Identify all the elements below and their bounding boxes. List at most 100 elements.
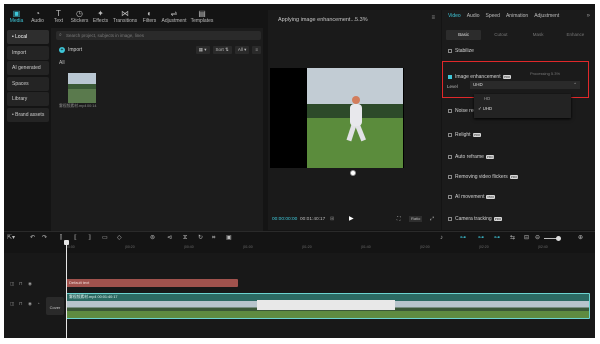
play-button[interactable]: ▶ [349,215,354,222]
feature-4[interactable]: Auto reframe PRO [448,154,495,160]
redo-icon[interactable]: ↷ [42,232,47,245]
split-left-icon[interactable]: ⟦ [74,232,77,245]
fit-icon[interactable]: ⊟ [524,232,529,245]
nav-item-2[interactable]: AI generated [7,61,49,75]
track-visibility-icon[interactable]: ◫ [10,281,14,287]
search-input[interactable]: ⌕ Search project, subjects in image, lin… [56,31,261,40]
sort-button[interactable]: Sort ⇅ [212,46,232,54]
tab-audio[interactable]: Audio [467,10,480,23]
mirror-icon[interactable]: ⧖ [183,232,187,245]
feature-checkbox[interactable] [448,132,452,137]
level-select[interactable]: UHD ⌃ [470,81,580,89]
feature-5[interactable]: Removing video flickers PRO [448,174,519,180]
feature-checkbox[interactable] [448,216,452,221]
tool-effects[interactable]: ✦ Effects [90,4,111,26]
split-right-icon[interactable]: ⟧ [88,232,91,245]
video-clip[interactable]: 雾视频素材.mp4 00:01:40:17 [66,293,590,319]
sort-group: ▦ ▾ Sort ⇅ All ▾ ≡ [195,45,261,55]
feature-6[interactable]: AI movement PRO [448,194,495,200]
ruler-tick: 00:00 [66,245,75,249]
tab-adjustment[interactable]: Adjustment [534,10,559,23]
adjustment-icon: ⇌ [170,9,178,18]
tool-stickers[interactable]: ◷ Stickers [69,4,90,26]
feature-3[interactable]: Relight PRO [448,132,482,138]
tab-animation[interactable]: Animation [506,10,528,23]
tool-adjustment[interactable]: ⇌ Adjustment [160,4,188,26]
level-option-uhd[interactable]: ✓ UHD [474,104,571,114]
rotate-icon[interactable]: ↻ [198,232,203,245]
main-track-visibility-icon[interactable]: ◫ [10,301,14,307]
nav-item-5[interactable]: • Brand assets [7,107,49,122]
nav-item-0[interactable]: • Local [7,30,49,44]
preview-axis-icon[interactable]: ⇆ [510,232,515,245]
zoom-out-icon[interactable]: ⊖ [535,232,540,245]
filter-icon[interactable]: ≡ [252,46,261,54]
main-track-lock-icon[interactable]: ⊓ [19,301,23,307]
feature-checkbox[interactable] [448,154,452,159]
tool-audio[interactable]: ◔ Audio [27,4,48,26]
subtab-mask[interactable]: Mask [521,30,556,40]
fullscreen-icon[interactable]: ⤢ [430,216,434,222]
all-filter-button[interactable]: All ▾ [234,46,250,54]
video-preview[interactable] [270,68,404,168]
tool-transitions[interactable]: ⋈ Transitions [111,4,139,26]
tool-text[interactable]: T Text [48,4,69,26]
ruler-tick: |02:20 [479,245,489,249]
view-toggle-icon[interactable]: ▦ ▾ [195,46,210,54]
split-icon[interactable]: ⫿ [60,232,62,245]
freeze-icon[interactable]: ⊚ [150,232,155,245]
magnet-icon[interactable]: ⊶ [478,232,484,245]
import-button[interactable]: + Import [59,45,82,55]
feature-checkbox[interactable] [448,174,452,179]
tool-label: Text [53,18,64,24]
delete-icon[interactable]: ▭ [102,232,108,245]
nav-item-3[interactable]: Spaces [7,76,49,91]
subtab-cutout[interactable]: Cutout [483,30,518,40]
playhead[interactable] [66,240,67,338]
tool-label: Filters [142,18,157,24]
nav-item-1[interactable]: Import [7,45,49,60]
crop-tool-icon[interactable]: ⌗ [212,232,215,245]
feature-7[interactable]: Camera tracking PRO [448,216,503,222]
media-thumbnail[interactable] [68,73,96,103]
marker-icon[interactable]: ◇ [117,232,122,245]
ratio-button[interactable]: Ratio [409,216,423,222]
cover-button[interactable]: Cover [46,297,64,315]
tool-filters[interactable]: ◐ Filters [139,4,160,26]
timeline-ruler[interactable]: 00:00 |00:20 |00:40 |01:00 |01:20 |01:40 |02:0… [4,245,595,253]
select-tool-icon[interactable]: ⇱▾ [7,232,15,245]
track-lock-icon[interactable]: ⊓ [19,281,23,287]
nav-item-4[interactable]: Library [7,92,49,106]
zoom-slider-handle[interactable] [556,236,561,241]
reverse-icon[interactable]: ⊲ [167,232,172,245]
playhead-handle[interactable] [64,240,69,245]
linkage-icon[interactable]: ⊶ [494,232,500,245]
main-track-audio-icon[interactable]: ◔ [37,301,40,306]
microphone-icon[interactable]: ♪ [440,232,443,245]
feature-checkbox[interactable] [448,194,452,199]
text-clip[interactable]: Default text [66,279,238,287]
more-tabs-icon[interactable]: » [587,10,590,23]
tab-speed[interactable]: Speed [486,10,500,23]
subtab-basic[interactable]: Basic [446,30,482,40]
sort-label: Sort [215,47,224,52]
search-icon: ⌕ [59,32,62,38]
link-main-track-icon[interactable]: ⊶ [460,232,466,245]
crop-icon[interactable]: ⛶ [397,216,401,222]
ai-tool-icon[interactable]: ▣ [226,232,232,245]
tab-video[interactable]: Video [448,10,461,23]
feature-label: Relight [455,132,471,138]
main-track-eye-icon[interactable]: ◉ [28,301,32,307]
tool-templates[interactable]: ▤ Templates [188,4,216,26]
tool-media[interactable]: ▣ Media [6,4,27,26]
timecode-toggle-icon[interactable]: ⊞ [330,216,334,222]
zoom-in-icon[interactable]: ⊕ [578,232,583,245]
level-option-hd[interactable]: HD [474,94,571,104]
feature-checkbox[interactable] [448,48,452,53]
track-eye-icon[interactable]: ◉ [28,281,32,287]
menu-icon[interactable]: ≡ [431,15,435,21]
subtab-enhance[interactable]: Enhance [558,30,593,40]
undo-icon[interactable]: ↶ [30,232,35,245]
feature-0[interactable]: Stabilize [448,48,474,54]
feature-checkbox[interactable] [448,108,452,113]
